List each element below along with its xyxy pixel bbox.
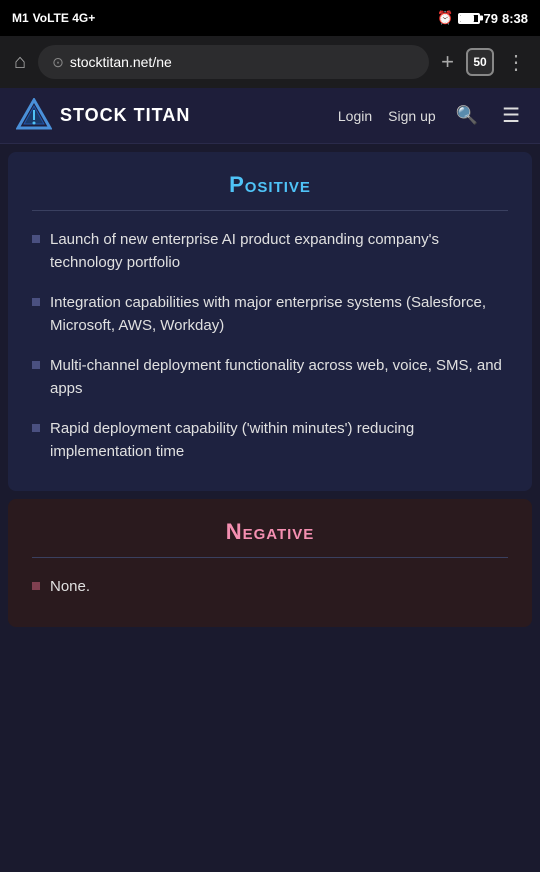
bullet-icon	[32, 298, 40, 306]
positive-list: Launch of new enterprise AI product expa…	[32, 229, 508, 463]
status-right: ⏰ 79 8:38	[437, 10, 528, 26]
positive-item-2: Integration capabilities with major ente…	[50, 292, 508, 337]
negative-item-1: None.	[50, 576, 90, 599]
list-item: Rapid deployment capability ('within min…	[32, 418, 508, 463]
positive-item-1: Launch of new enterprise AI product expa…	[50, 229, 508, 274]
list-item: Multi-channel deployment functionality a…	[32, 355, 508, 400]
negative-section: Negative None.	[8, 499, 532, 627]
time-label: 8:38	[502, 11, 528, 26]
bullet-icon	[32, 424, 40, 432]
login-link[interactable]: Login	[338, 108, 372, 124]
new-tab-button[interactable]: +	[437, 45, 458, 79]
logo-text: STOCK TITAN	[60, 105, 190, 126]
list-item: Integration capabilities with major ente…	[32, 292, 508, 337]
battery-level: 79	[484, 11, 498, 26]
tab-count-button[interactable]: 50	[466, 48, 494, 76]
battery-fill	[460, 15, 474, 22]
positive-item-4: Rapid deployment capability ('within min…	[50, 418, 508, 463]
url-bar[interactable]: ⊙ stocktitan.net/ne	[38, 45, 429, 79]
address-bar: ⌂ ⊙ stocktitan.net/ne + 50 ⋮	[0, 36, 540, 88]
nav-bar: STOCK TITAN Login Sign up 🔍 ☰	[0, 88, 540, 144]
url-text: stocktitan.net/ne	[70, 54, 172, 70]
hamburger-menu-icon[interactable]: ☰	[498, 99, 524, 132]
status-bar: M1 VoLTE 4G+ ⏰ 79 8:38	[0, 0, 540, 36]
browser-menu-button[interactable]: ⋮	[502, 46, 530, 79]
home-button[interactable]: ⌂	[10, 47, 30, 78]
positive-item-3: Multi-channel deployment functionality a…	[50, 355, 508, 400]
bullet-icon	[32, 361, 40, 369]
negative-divider	[32, 557, 508, 558]
logo-container: STOCK TITAN	[16, 98, 338, 134]
bullet-icon	[32, 235, 40, 243]
alarm-icon: ⏰	[437, 10, 453, 26]
main-content: Positive Launch of new enterprise AI pro…	[0, 152, 540, 627]
carrier-label: M1	[12, 11, 29, 25]
list-item: Launch of new enterprise AI product expa…	[32, 229, 508, 274]
negative-list: None.	[32, 576, 508, 599]
positive-divider	[32, 210, 508, 211]
nav-links: Login Sign up 🔍 ☰	[338, 99, 524, 132]
battery-icon	[458, 13, 480, 24]
network-type-label: VoLTE 4G+	[33, 11, 96, 25]
status-left: M1 VoLTE 4G+	[12, 11, 95, 25]
url-security-icon: ⊙	[52, 54, 64, 71]
positive-title: Positive	[32, 172, 508, 198]
signup-link[interactable]: Sign up	[388, 108, 435, 124]
positive-section: Positive Launch of new enterprise AI pro…	[8, 152, 532, 491]
logo-icon	[16, 98, 52, 134]
list-item: None.	[32, 576, 508, 599]
negative-title: Negative	[32, 519, 508, 545]
bullet-icon	[32, 582, 40, 590]
search-icon[interactable]: 🔍	[452, 101, 482, 130]
